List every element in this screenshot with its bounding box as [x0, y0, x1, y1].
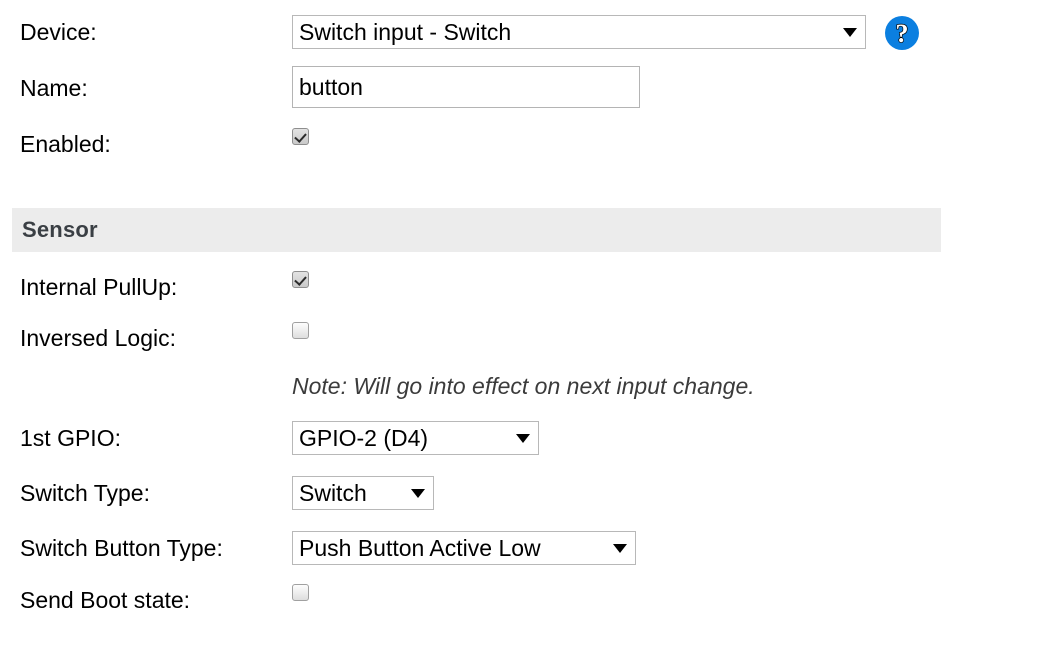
inversed-logic-label: Inversed Logic:: [20, 324, 176, 351]
inversed-logic-row: Inversed Logic:: [0, 316, 1046, 360]
switch-type-select-value: Switch: [299, 480, 367, 506]
first-gpio-label: 1st GPIO:: [20, 424, 121, 451]
switch-type-row: Switch Type: Switch: [0, 471, 1046, 515]
question-mark-icon[interactable]: ?: [883, 14, 921, 52]
switch-button-type-label: Switch Button Type:: [20, 534, 223, 561]
device-settings-form: Device: Switch input - Switch ? Name: En…: [0, 0, 1046, 655]
switch-button-type-row: Switch Button Type: Push Button Active L…: [0, 526, 1046, 570]
send-boot-state-checkbox[interactable]: [292, 584, 309, 601]
name-label: Name:: [20, 74, 88, 101]
switch-button-type-select-value: Push Button Active Low: [299, 535, 541, 561]
device-select-value: Switch input - Switch: [299, 19, 512, 45]
chevron-down-icon: [843, 27, 857, 37]
inversed-logic-checkbox[interactable]: [292, 322, 309, 339]
chevron-down-icon: [411, 488, 425, 498]
device-label: Device:: [20, 18, 97, 45]
send-boot-state-label: Send Boot state:: [20, 586, 191, 613]
enabled-label: Enabled:: [20, 130, 111, 157]
device-select[interactable]: Switch input - Switch: [292, 15, 866, 49]
internal-pullup-checkbox[interactable]: [292, 271, 309, 288]
send-boot-state-row: Send Boot state:: [0, 578, 1046, 622]
internal-pullup-row: Internal PullUp:: [0, 265, 1046, 309]
switch-type-label: Switch Type:: [20, 479, 150, 506]
switch-button-type-select[interactable]: Push Button Active Low: [292, 531, 636, 565]
name-input[interactable]: [292, 66, 640, 108]
enabled-row: Enabled:: [0, 122, 1046, 166]
sensor-section-title: Sensor: [22, 217, 98, 242]
chevron-down-icon: [613, 543, 627, 553]
name-row: Name:: [0, 66, 1046, 110]
sensor-section-header: Sensor: [12, 208, 941, 252]
svg-text:?: ?: [896, 19, 909, 48]
chevron-down-icon: [516, 433, 530, 443]
first-gpio-row: 1st GPIO: GPIO-2 (D4): [0, 416, 1046, 460]
first-gpio-select-value: GPIO-2 (D4): [299, 425, 429, 451]
first-gpio-select[interactable]: GPIO-2 (D4): [292, 421, 539, 455]
internal-pullup-label: Internal PullUp:: [20, 273, 178, 300]
enabled-checkbox[interactable]: [292, 128, 309, 145]
switch-type-select[interactable]: Switch: [292, 476, 434, 510]
inversed-logic-note: Note: Will go into effect on next input …: [292, 373, 755, 399]
